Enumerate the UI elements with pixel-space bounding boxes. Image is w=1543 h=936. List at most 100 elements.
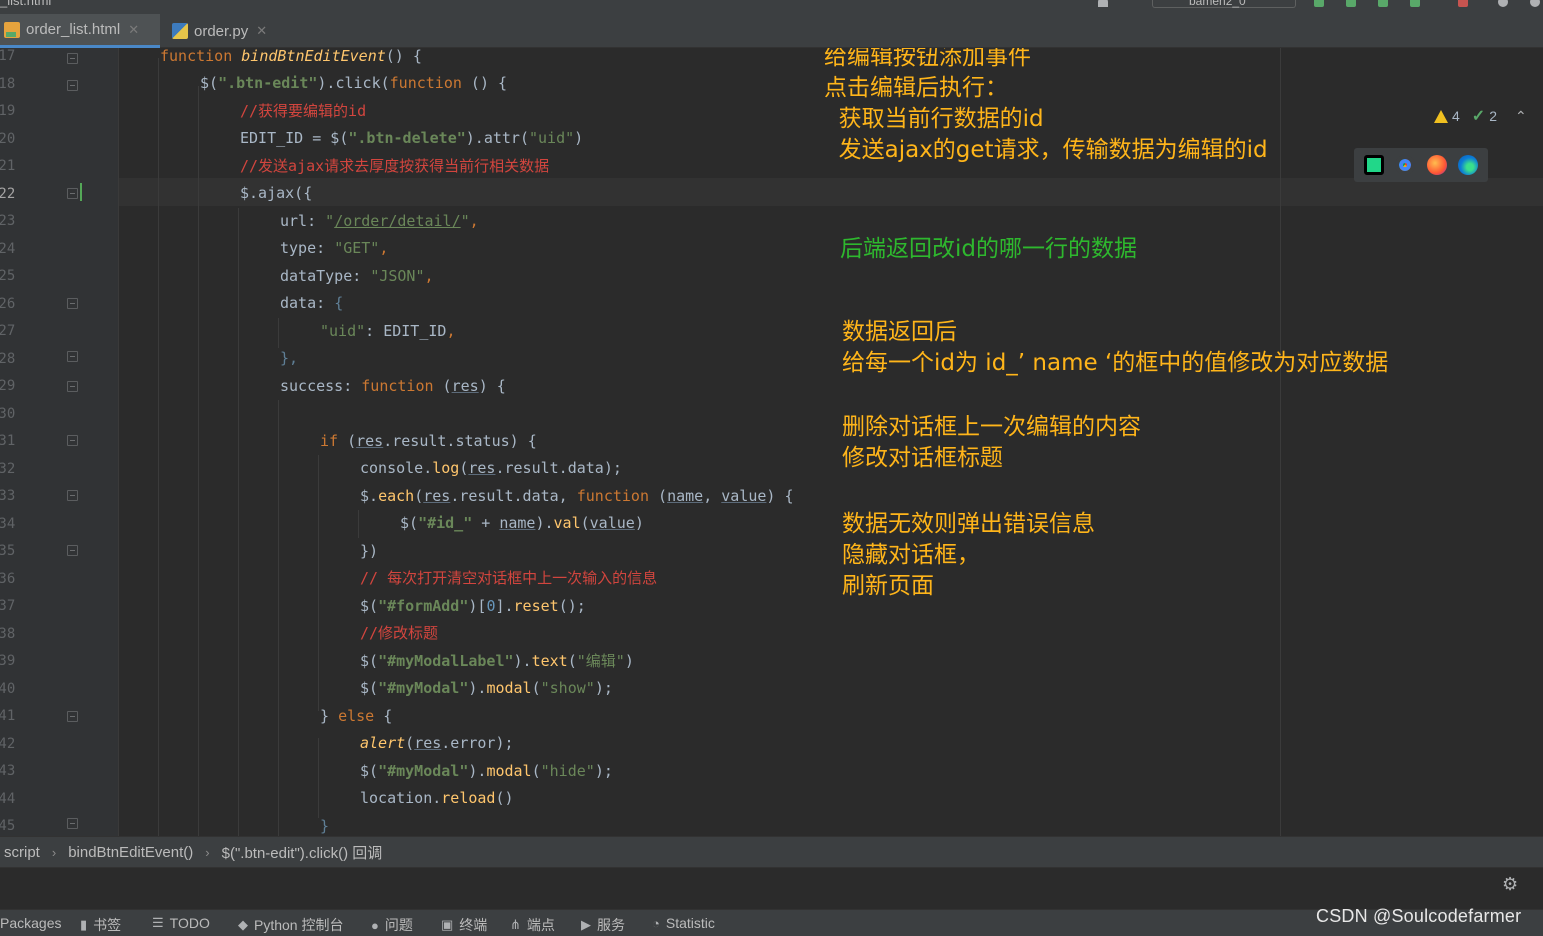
chrome-icon[interactable] xyxy=(1395,155,1416,175)
indent-guide xyxy=(278,400,279,836)
tool-window-python-console[interactable]: ◆ Python 控制台 xyxy=(238,915,343,935)
code-line-219: //获得要编辑的id xyxy=(240,102,367,120)
stop-icon[interactable] xyxy=(1458,0,1468,7)
code-line-244: location.reload() xyxy=(360,789,514,807)
tool-window-services[interactable]: ▶ 服务 xyxy=(581,915,625,935)
fold-marker[interactable] xyxy=(67,351,78,362)
line-number: 236 xyxy=(0,571,16,587)
current-line-highlight xyxy=(0,178,1543,206)
code-editor[interactable]: 217 218 219 220 221 222 223 224 225 226 227 228 229 2… xyxy=(0,48,1543,836)
tool-window-todo[interactable]: ☰ TODO xyxy=(152,915,210,931)
close-icon[interactable]: ✕ xyxy=(128,22,139,38)
line-number: 238 xyxy=(0,626,16,642)
inspection-widget[interactable]: 4 ✓ 2 ⌃ xyxy=(1434,106,1527,126)
firefox-icon[interactable] xyxy=(1426,155,1447,175)
fold-marker[interactable] xyxy=(67,545,78,556)
gutter-separator xyxy=(118,48,119,836)
line-number: 226 xyxy=(0,296,16,312)
line-number: 220 xyxy=(0,131,16,147)
code-line-236: // 每次打开清空对话框中上一次输入的信息 xyxy=(360,569,658,587)
tool-window-bookmarks[interactable]: ▮ 书签 xyxy=(80,915,121,935)
code-line-238: //修改标题 xyxy=(360,624,439,642)
chevron-up-icon[interactable]: ⌃ xyxy=(1515,108,1527,125)
line-number: 237 xyxy=(0,598,16,614)
fold-marker[interactable] xyxy=(67,818,78,829)
tool-window-terminal[interactable]: ▣ 终端 xyxy=(441,915,487,935)
coverage-icon[interactable] xyxy=(1378,0,1388,7)
gear-icon[interactable]: ⚙ xyxy=(1502,874,1518,895)
code-line-229: success: function (res) { xyxy=(280,377,506,395)
profile-icon[interactable] xyxy=(1410,0,1420,7)
line-number: 229 xyxy=(0,378,16,394)
code-line-225: dataType: "JSON", xyxy=(280,267,434,285)
breadcrumb-item-callback[interactable]: $(".btn-edit").click() 回调 xyxy=(222,842,383,863)
user-icon[interactable] xyxy=(1098,0,1108,7)
code-line-239: $("#myModalLabel").text("编辑") xyxy=(360,652,634,670)
fold-marker[interactable] xyxy=(67,53,78,64)
edge-icon[interactable] xyxy=(1458,155,1479,175)
fold-marker[interactable] xyxy=(67,711,78,722)
watermark: CSDN @Soulcodefarmer xyxy=(1316,906,1522,926)
tool-window-statistic[interactable]: ◔ Statistic xyxy=(652,915,715,931)
fold-marker[interactable] xyxy=(67,381,78,392)
search-icon[interactable] xyxy=(1498,0,1508,7)
code-line-240: $("#myModal").modal("show"); xyxy=(360,679,613,697)
statistic-icon: ◔ xyxy=(652,915,660,931)
weak-warning-count: 2 xyxy=(1489,108,1497,124)
code-line-235: }) xyxy=(360,542,379,560)
fold-marker[interactable] xyxy=(67,298,78,309)
tab-order-py[interactable]: order.py ✕ xyxy=(168,14,288,48)
line-number: 224 xyxy=(0,241,16,257)
line-number: 234 xyxy=(0,516,16,532)
line-number: 230 xyxy=(0,406,16,422)
debug-icon[interactable] xyxy=(1346,0,1356,7)
tab-order-list-html[interactable]: order_list.html ✕ xyxy=(0,14,160,48)
line-number: 232 xyxy=(0,461,16,477)
tab-label: order_list.html xyxy=(26,21,121,38)
indent-guide xyxy=(318,455,319,711)
line-number: 218 xyxy=(0,76,16,92)
branch-selector[interactable]: bamen2_0 xyxy=(1152,0,1296,8)
right-margin-guide xyxy=(1280,48,1281,836)
code-line-232: console.log(res.result.data); xyxy=(360,459,622,477)
annotation-backend-returns: 后端返回改id的哪一行的数据 xyxy=(840,236,1137,262)
window-title-fragment: _list.html xyxy=(0,0,52,8)
code-line-237: $("#formAdd")[0].reset(); xyxy=(360,597,586,615)
fold-marker[interactable] xyxy=(67,188,78,199)
code-line-226: data: { xyxy=(280,294,344,312)
annotation-error-handling: 数据无效则弹出错误信息 隐藏对话框， 刷新页面 xyxy=(842,511,1095,599)
python-file-icon xyxy=(172,23,188,39)
python-console-icon: ◆ xyxy=(238,917,248,932)
warning-count: 4 xyxy=(1452,108,1460,124)
line-number: 228 xyxy=(0,351,16,367)
tool-window-packages[interactable]: Packages xyxy=(0,915,61,931)
run-icon[interactable] xyxy=(1314,0,1324,7)
pycharm-icon[interactable] xyxy=(1363,155,1384,175)
line-number: 240 xyxy=(0,681,16,697)
fold-marker[interactable] xyxy=(67,490,78,501)
line-number: 217 xyxy=(0,48,16,64)
tool-window-endpoints[interactable]: ⋔ 端点 xyxy=(510,915,555,935)
breadcrumb-item-function[interactable]: bindBtnEditEvent() xyxy=(68,844,193,861)
code-line-234: $("#id_" + name).val(value) xyxy=(400,514,644,532)
endpoints-icon: ⋔ xyxy=(510,917,521,932)
todo-icon: ☰ xyxy=(152,915,164,930)
code-line-221: //发送ajax请求去厚度按获得当前行相关数据 xyxy=(240,157,550,175)
tool-window-problems[interactable]: ● 问题 xyxy=(371,915,413,935)
vcs-change-marker xyxy=(80,183,82,201)
tab-label: order.py xyxy=(194,22,249,40)
line-number: 235 xyxy=(0,543,16,559)
line-number: 222 xyxy=(0,186,16,202)
line-number: 227 xyxy=(0,323,16,339)
title-strip: _list.html bamen2_0 xyxy=(0,0,1543,14)
close-icon[interactable]: ✕ xyxy=(256,23,267,39)
code-line-218: $(".btn-edit").click(function () { xyxy=(200,74,508,92)
settings-icon[interactable] xyxy=(1530,0,1540,7)
editor-tab-bar: order_list.html ✕ order.py ✕ xyxy=(0,14,1543,48)
fold-marker[interactable] xyxy=(67,80,78,91)
fold-marker[interactable] xyxy=(67,435,78,446)
line-number: 221 xyxy=(0,158,16,174)
html-file-icon xyxy=(4,21,20,38)
breadcrumb-item-script[interactable]: script xyxy=(4,844,40,861)
line-number: 243 xyxy=(0,763,16,779)
